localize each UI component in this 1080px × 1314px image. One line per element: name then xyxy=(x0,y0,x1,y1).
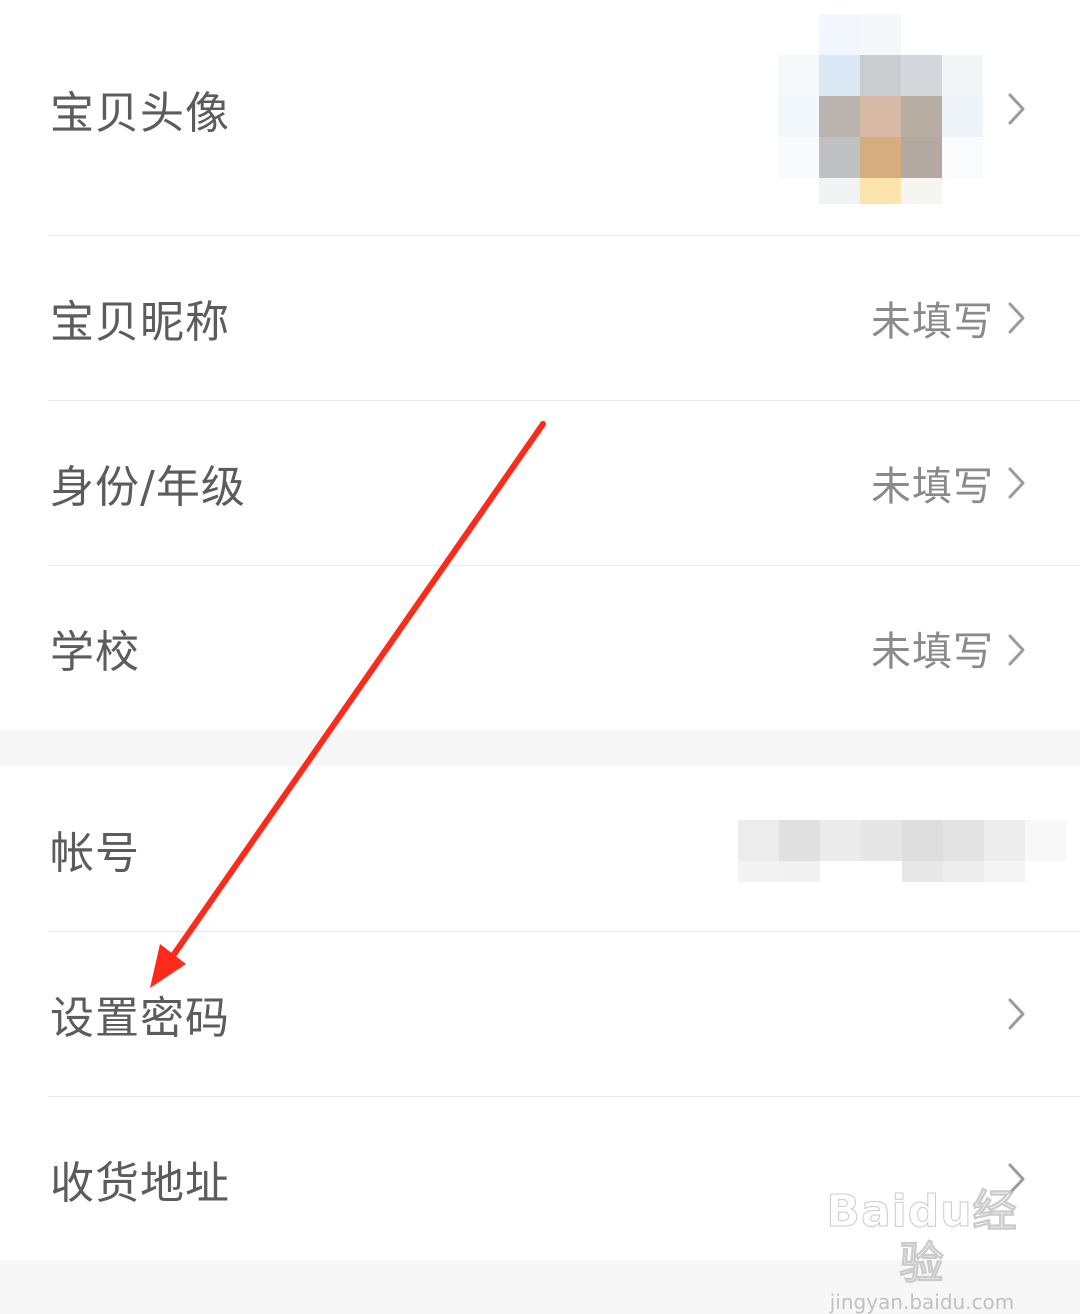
avatar-row[interactable]: 宝贝头像 xyxy=(0,0,1080,218)
chevron-right-icon xyxy=(1008,467,1025,499)
account-row-label: 帐号 xyxy=(50,827,140,879)
watermark-url: jingyan.baidu.com xyxy=(829,1290,1015,1314)
baidu-jingyan-watermark: Baidu经验 jingyan.baidu.com xyxy=(822,1186,1022,1314)
watermark-logo: Baidu经验 xyxy=(826,1186,1018,1290)
school-row-label: 学校 xyxy=(50,627,140,678)
shipping-address-row-label: 收货地址 xyxy=(50,1157,230,1209)
nickname-value: 未填写 xyxy=(871,299,994,345)
set-password-row[interactable]: 设置密码 xyxy=(0,932,1080,1096)
identity-grade-row[interactable]: 身份/年级 未填写 xyxy=(0,401,1080,565)
chevron-right-icon xyxy=(1008,302,1025,334)
chevron-right-icon xyxy=(1008,93,1025,125)
school-row[interactable]: 学校 未填写 xyxy=(0,566,1080,730)
nickname-row-label: 宝贝昵称 xyxy=(50,297,230,348)
account-value-redacted xyxy=(738,820,1068,882)
nickname-row[interactable]: 宝贝昵称 未填写 xyxy=(0,236,1080,400)
chevron-right-icon xyxy=(1008,634,1025,666)
identity-grade-row-label: 身份/年级 xyxy=(50,462,246,513)
identity-grade-value: 未填写 xyxy=(871,464,994,510)
profile-section: 宝贝头像 宝贝昵称 未填写 身份/年级 未填写 学校 未填写 xyxy=(0,0,1080,730)
set-password-row-label: 设置密码 xyxy=(50,993,230,1044)
avatar xyxy=(778,14,984,204)
avatar-row-label: 宝贝头像 xyxy=(50,88,230,139)
chevron-right-icon xyxy=(1008,998,1025,1030)
school-value: 未填写 xyxy=(871,629,994,675)
